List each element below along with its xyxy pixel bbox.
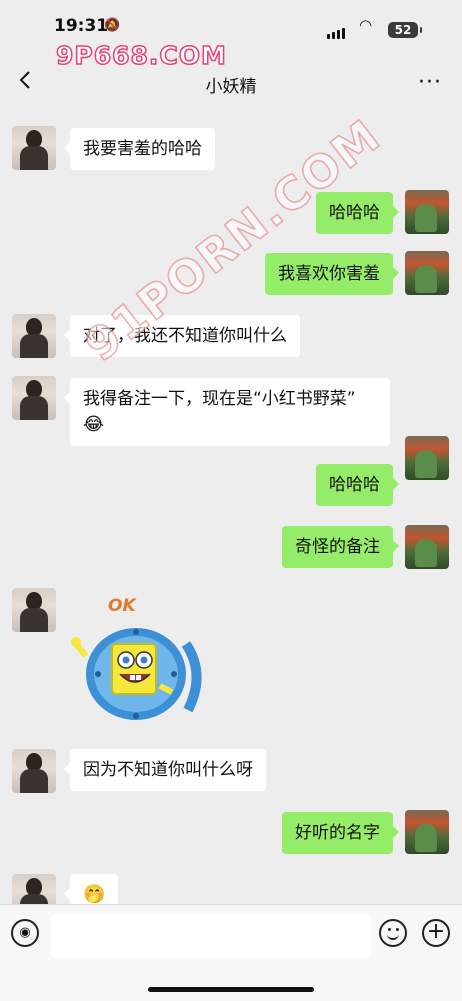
emoji-icon[interactable] xyxy=(379,919,407,947)
sticker-text: OK xyxy=(108,596,136,616)
laughing-emoji-icon: 😂 xyxy=(83,414,105,435)
voice-icon[interactable]: ◉ xyxy=(11,919,39,947)
avatar[interactable] xyxy=(12,588,56,632)
message-bubble[interactable]: 因为不知道你叫什么呀 xyxy=(64,749,266,791)
avatar[interactable] xyxy=(405,525,449,569)
plus-icon[interactable]: + xyxy=(422,919,450,947)
nav-bar: 小妖精 ··· xyxy=(0,60,462,104)
message-bubble[interactable]: 奇怪的备注 xyxy=(282,526,399,568)
chat-title: 小妖精 xyxy=(205,77,257,97)
avatar[interactable] xyxy=(12,314,56,358)
avatar[interactable] xyxy=(405,436,449,480)
message-bubble[interactable]: 哈哈哈 xyxy=(316,192,399,234)
message-bubble[interactable]: 对了，我还不知道你叫什么 xyxy=(64,315,300,357)
message-text: 我得备注一下，现在是“小红书野菜” xyxy=(83,389,356,409)
message-bubble[interactable]: 我得备注一下，现在是“小红书野菜” 😂 xyxy=(64,378,390,446)
avatar[interactable] xyxy=(12,126,56,170)
status-time: 19:31 xyxy=(54,16,109,36)
input-bar: ◉ + xyxy=(0,904,462,1001)
avatar[interactable] xyxy=(12,749,56,793)
spongebob-ok-sticker[interactable] xyxy=(68,594,208,734)
avatar[interactable] xyxy=(12,376,56,420)
status-bar: 19:31 🔕 ◠ 52 xyxy=(0,0,462,44)
battery-icon: 52 xyxy=(388,22,422,38)
message-list[interactable]: 我要害羞的哈哈 哈哈哈 我喜欢你害羞 对了，我还不知道你叫什么 我得备注一下，现… xyxy=(0,104,462,918)
home-indicator xyxy=(148,987,314,992)
message-bubble[interactable]: 我喜欢你害羞 xyxy=(265,253,399,295)
bell-muted-icon: 🔕 xyxy=(104,18,121,33)
message-bubble[interactable]: 哈哈哈 xyxy=(316,464,399,506)
signal-icon xyxy=(327,20,347,39)
wifi-icon: ◠ xyxy=(359,16,373,34)
avatar[interactable] xyxy=(405,190,449,234)
message-bubble[interactable]: 我要害羞的哈哈 xyxy=(64,128,215,170)
avatar[interactable] xyxy=(405,251,449,295)
more-icon[interactable]: ··· xyxy=(418,70,442,95)
message-input[interactable] xyxy=(51,914,371,958)
avatar[interactable] xyxy=(405,810,449,854)
message-bubble[interactable]: 好听的名字 xyxy=(282,812,399,854)
